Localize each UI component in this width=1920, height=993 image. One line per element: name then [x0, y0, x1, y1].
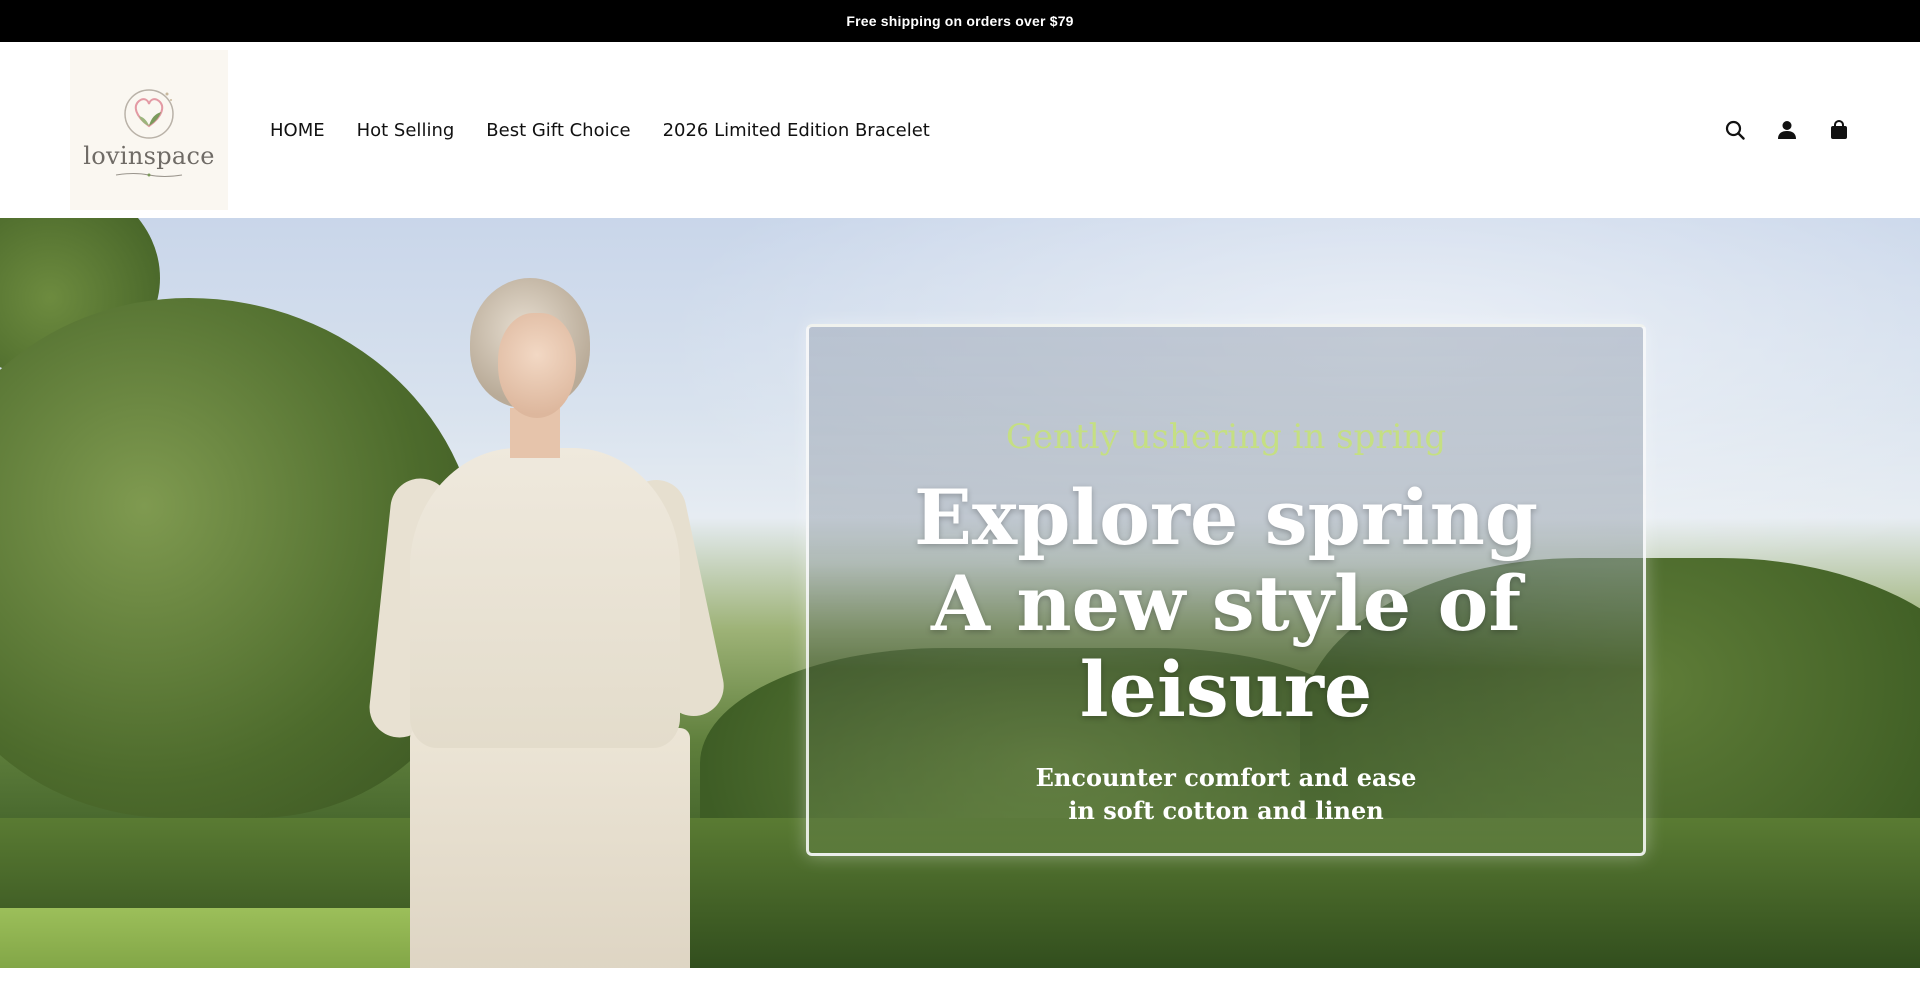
brand-name: lovinspace — [83, 142, 215, 170]
site-header: lovinspace HOME Hot Selling Best Gift Ch… — [0, 42, 1920, 218]
nav-item-home[interactable]: HOME — [270, 120, 325, 141]
hero-headline-line-1: Explore spring — [913, 473, 1539, 562]
main-nav: HOME Hot Selling Best Gift Choice 2026 L… — [270, 42, 930, 218]
brand-logo[interactable]: lovinspace — [70, 50, 228, 210]
nav-item-limited-edition-bracelet[interactable]: 2026 Limited Edition Bracelet — [663, 120, 930, 141]
header-actions — [1724, 42, 1850, 218]
hero-eyebrow: Gently ushering in spring — [1005, 417, 1447, 457]
hero-headline: Explore spring A new style of leisure — [809, 475, 1643, 733]
hero-text-panel: Gently ushering in spring Explore spring… — [806, 324, 1646, 856]
announcement-bar: Free shipping on orders over $79 — [0, 0, 1920, 42]
search-icon[interactable] — [1724, 119, 1746, 141]
hero-banner[interactable]: Gently ushering in spring Explore spring… — [0, 218, 1920, 968]
nav-item-best-gift-choice[interactable]: Best Gift Choice — [486, 120, 630, 141]
hero-subtext-line-1: Encounter comfort and ease — [1035, 763, 1417, 792]
announcement-text: Free shipping on orders over $79 — [846, 13, 1074, 29]
hero-subtext-line-2: in soft cotton and linen — [1068, 796, 1384, 825]
lawn — [0, 908, 420, 968]
cart-icon[interactable] — [1828, 119, 1850, 141]
hero-headline-line-2: A new style of leisure — [930, 559, 1522, 734]
account-icon[interactable] — [1776, 119, 1798, 141]
heart-leaf-icon — [124, 89, 174, 139]
model-figure — [366, 258, 730, 968]
nav-item-hot-selling[interactable]: Hot Selling — [357, 120, 455, 141]
hero-subtext: Encounter comfort and ease in soft cotto… — [1036, 761, 1417, 827]
flourish-icon — [115, 173, 183, 177]
